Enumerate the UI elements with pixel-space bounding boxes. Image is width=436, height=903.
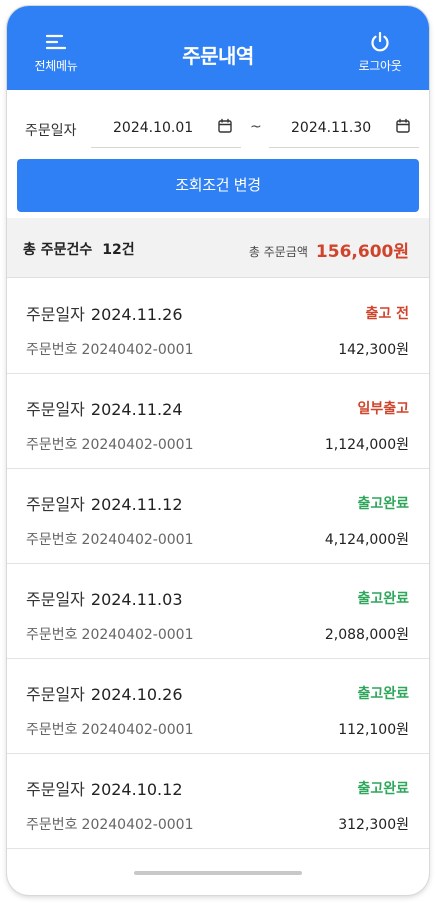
order-date-value: 2024.10.12 xyxy=(90,780,183,799)
order-number: 주문번호 20240402-0001 xyxy=(26,719,193,739)
order-price: 312,300원 xyxy=(338,817,409,833)
home-indicator xyxy=(134,871,302,875)
total-count-label: 총 주문건수 xyxy=(23,242,93,258)
order-price: 2,088,000원 xyxy=(324,627,409,643)
total-amount-label: 총 주문금액 xyxy=(248,245,308,259)
order-number: 주문번호 20240402-0001 xyxy=(26,339,193,359)
order-number-value: 20240402-0001 xyxy=(81,722,194,738)
order-date-label: 주문일자 xyxy=(26,495,85,514)
order-date-value: 2024.10.26 xyxy=(90,685,183,704)
order-number: 주문번호 20240402-0001 xyxy=(26,434,193,454)
end-date-value: 2024.11.30 xyxy=(291,120,372,136)
order-price: 142,300원 xyxy=(338,342,409,358)
logout-label: 로그아웃 xyxy=(358,59,402,73)
order-date-value: 2024.11.03 xyxy=(90,590,183,609)
order-number-value: 20240402-0001 xyxy=(81,817,194,833)
order-date-label: 주문일자 xyxy=(26,780,85,799)
order-number: 주문번호 20240402-0001 xyxy=(26,624,193,644)
order-number-label: 주문번호 xyxy=(26,342,78,358)
order-date-label: 주문일자 xyxy=(26,400,85,419)
order-number-value: 20240402-0001 xyxy=(81,437,194,453)
logout-button[interactable]: 로그아웃 xyxy=(345,30,415,74)
order-date: 주문일자 2024.10.26 xyxy=(26,681,183,705)
order-number-label: 주문번호 xyxy=(26,627,78,643)
order-number-value: 20240402-0001 xyxy=(81,532,194,548)
order-status-badge: 출고완료 xyxy=(357,781,409,797)
order-date: 주문일자 2024.11.03 xyxy=(26,586,183,610)
order-list-item[interactable]: 주문일자 2024.10.26 주문번호 20240402-0001 출고완료 11… xyxy=(7,659,429,754)
order-number: 주문번호 20240402-0001 xyxy=(26,529,193,549)
order-date-value: 2024.11.26 xyxy=(90,305,183,324)
change-search-conditions-button[interactable]: 조회조건 변경 xyxy=(17,159,419,212)
order-number-label: 주문번호 xyxy=(26,722,78,738)
order-number-label: 주문번호 xyxy=(26,437,78,453)
app-header: 전체메뉴 주문내역 로그아웃 xyxy=(7,6,429,90)
order-number-value: 20240402-0001 xyxy=(81,627,194,643)
order-number: 주문번호 20240402-0001 xyxy=(26,814,193,834)
order-status-badge: 일부출고 xyxy=(357,401,409,417)
order-date: 주문일자 2024.10.12 xyxy=(26,776,183,800)
order-status-badge: 출고완료 xyxy=(357,591,409,607)
order-date: 주문일자 2024.11.26 xyxy=(26,301,183,325)
date-range-separator: ~ xyxy=(250,119,262,135)
total-count-value: 12건 xyxy=(102,242,135,258)
order-number-label: 주문번호 xyxy=(26,817,78,833)
order-list-item[interactable]: 주문일자 2024.11.12 주문번호 20240402-0001 출고완료 4,… xyxy=(7,469,429,564)
start-date-field[interactable]: 2024.10.01 xyxy=(91,104,241,148)
phone-frame: 전체메뉴 주문내역 로그아웃 주문일자 2024.10.01 ~ 2024.11… xyxy=(7,6,429,895)
order-date-value: 2024.11.12 xyxy=(90,495,183,514)
order-list-item[interactable]: 주문일자 2024.11.03 주문번호 20240402-0001 출고완료 2,… xyxy=(7,564,429,659)
order-number-label: 주문번호 xyxy=(26,532,78,548)
order-date: 주문일자 2024.11.24 xyxy=(26,396,183,420)
order-list-item[interactable]: 주문일자 2024.11.24 주문번호 20240402-0001 일부출고 1,… xyxy=(7,374,429,469)
order-date-filter-label: 주문일자 xyxy=(25,123,77,139)
total-count: 총 주문건수 12건 xyxy=(23,239,135,259)
order-list-item[interactable]: 주문일자 2024.10.12 주문번호 20240402-0001 출고완료 31… xyxy=(7,754,429,849)
power-icon xyxy=(371,31,389,52)
order-price: 4,124,000원 xyxy=(324,532,409,548)
order-number-value: 20240402-0001 xyxy=(81,342,194,358)
order-date-value: 2024.11.24 xyxy=(90,400,183,419)
order-price: 112,100원 xyxy=(338,722,409,738)
order-list: 주문일자 2024.11.26 주문번호 20240402-0001 출고 전 14… xyxy=(7,279,429,849)
total-amount-value: 156,600원 xyxy=(315,242,409,262)
order-date-label: 주문일자 xyxy=(26,685,85,704)
start-date-value: 2024.10.01 xyxy=(113,120,194,136)
end-date-field[interactable]: 2024.11.30 xyxy=(269,104,419,148)
order-price: 1,124,000원 xyxy=(324,437,409,453)
date-filter: 주문일자 2024.10.01 ~ 2024.11.30 조회조건 변경 xyxy=(7,90,429,218)
calendar-icon xyxy=(396,118,410,133)
order-status-badge: 출고완료 xyxy=(357,496,409,512)
order-date-label: 주문일자 xyxy=(26,305,85,324)
order-date-label: 주문일자 xyxy=(26,590,85,609)
calendar-icon xyxy=(218,118,232,133)
order-summary-bar: 총 주문건수 12건 총 주문금액 156,600원 xyxy=(7,218,429,278)
order-status-badge: 출고완료 xyxy=(357,686,409,702)
order-status-badge: 출고 전 xyxy=(365,306,409,322)
order-list-item[interactable]: 주문일자 2024.11.26 주문번호 20240402-0001 출고 전 14… xyxy=(7,279,429,374)
order-date: 주문일자 2024.11.12 xyxy=(26,491,183,515)
total-amount: 총 주문금액 156,600원 xyxy=(249,237,409,262)
